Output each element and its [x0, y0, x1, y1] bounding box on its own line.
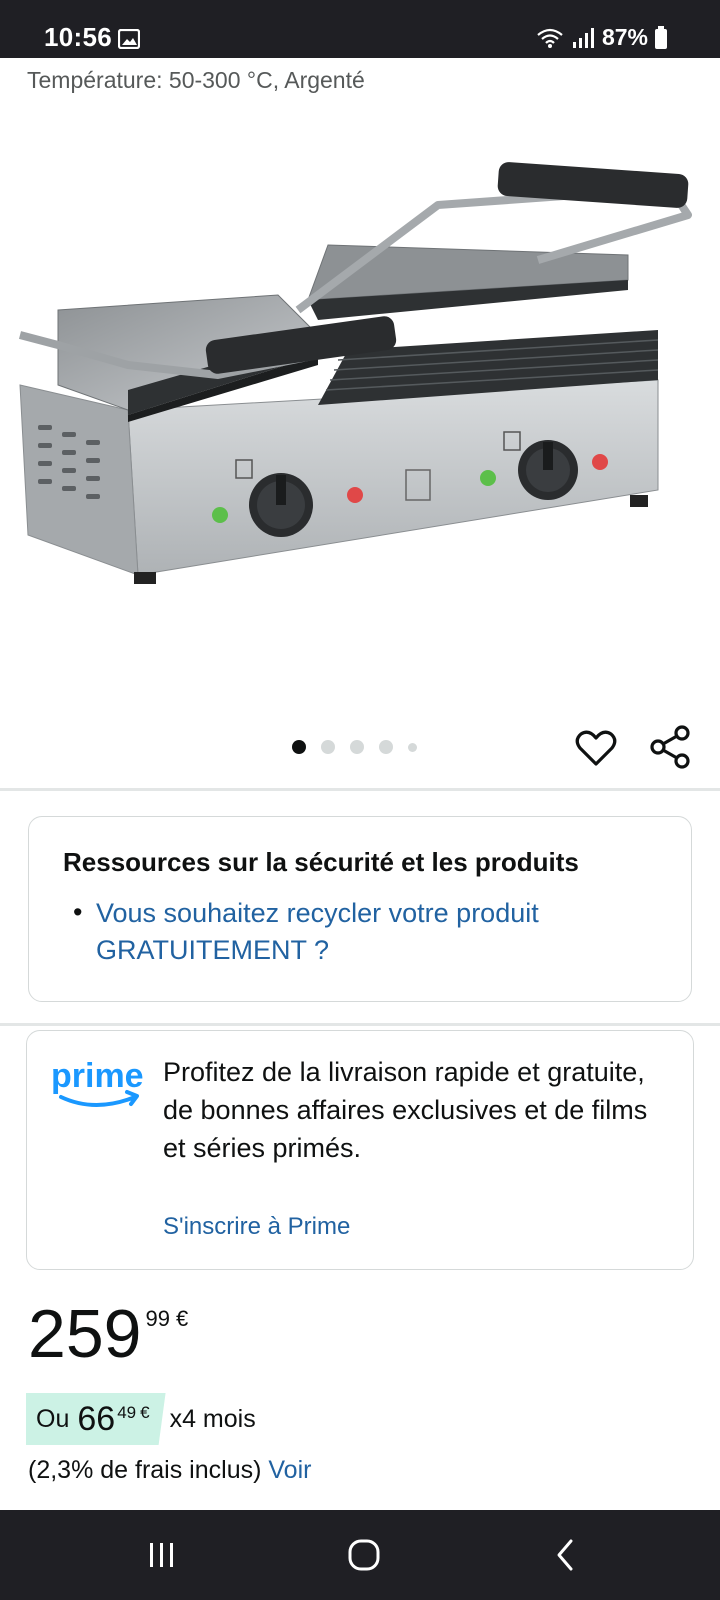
- status-bar: 10:56 87%: [0, 0, 720, 58]
- safety-resources-title: Ressources sur la sécurité et les produi…: [63, 847, 579, 877]
- share-icon[interactable]: [648, 724, 694, 770]
- divider: [0, 1023, 720, 1026]
- carousel-dot-2[interactable]: [321, 740, 335, 754]
- price-fraction: 99: [145, 1306, 170, 1331]
- installment-fees: (2,3% de frais inclus) Voir: [28, 1456, 311, 1485]
- installment-currency: €: [140, 1403, 150, 1422]
- product-image[interactable]: [18, 160, 702, 610]
- back-icon: [557, 1539, 573, 1571]
- recycle-product-link[interactable]: Vous souhaitez recycler votre produit GR…: [96, 895, 636, 969]
- installment-highlight: Ou 66 49 €: [26, 1393, 166, 1445]
- fees-text: (2,3% de frais inclus): [28, 1456, 262, 1484]
- divider: [0, 788, 720, 791]
- carousel-dots[interactable]: [292, 740, 417, 754]
- installment-period: x4 mois: [169, 1404, 256, 1433]
- installment-prefix: Ou: [36, 1404, 70, 1433]
- price-currency: €: [175, 1306, 189, 1331]
- signal-icon: [572, 27, 594, 48]
- wifi-icon: [537, 28, 563, 48]
- back-button[interactable]: [536, 1530, 596, 1580]
- home-icon: [348, 1539, 380, 1571]
- installment-fraction: 49: [117, 1403, 137, 1422]
- installment-offer: Ou 66 49 € x4 mois: [26, 1393, 256, 1445]
- installment-whole: 66: [77, 1399, 116, 1438]
- fees-details-link[interactable]: Voir: [268, 1456, 311, 1484]
- carousel-dot-1[interactable]: [292, 740, 306, 754]
- system-nav-bar: [0, 1510, 720, 1600]
- prime-description: Profitez de la livraison rapide et gratu…: [163, 1057, 648, 1163]
- battery-percentage: 87%: [601, 24, 648, 50]
- carousel-dot-5[interactable]: [408, 742, 417, 752]
- price-whole: 259: [28, 1296, 142, 1372]
- wishlist-heart-icon[interactable]: [574, 726, 618, 770]
- carousel-dot-3[interactable]: [350, 740, 364, 754]
- status-time: 10:56: [44, 22, 112, 52]
- status-right: 87%: [536, 24, 668, 51]
- home-button[interactable]: [334, 1530, 394, 1580]
- prime-logo: prime: [51, 1057, 144, 1107]
- product-subtitle: Température: 50-300 °C, Argenté: [27, 67, 365, 93]
- battery-icon: [655, 25, 667, 49]
- prime-signup-link[interactable]: S'inscrire à Prime: [163, 1213, 350, 1241]
- image-icon: [118, 29, 140, 49]
- price: 259 99 €: [28, 1300, 188, 1368]
- carousel-dot-4[interactable]: [379, 740, 393, 754]
- recent-apps-button[interactable]: [132, 1530, 192, 1580]
- safety-resources-card: Ressources sur la sécurité et les produi…: [28, 816, 692, 1002]
- svg-text:prime: prime: [51, 1057, 144, 1095]
- bullet: •: [73, 897, 83, 927]
- prime-promo-card: prime Profitez de la livraison rapide et…: [26, 1030, 694, 1270]
- recent-apps-icon: [150, 1543, 173, 1567]
